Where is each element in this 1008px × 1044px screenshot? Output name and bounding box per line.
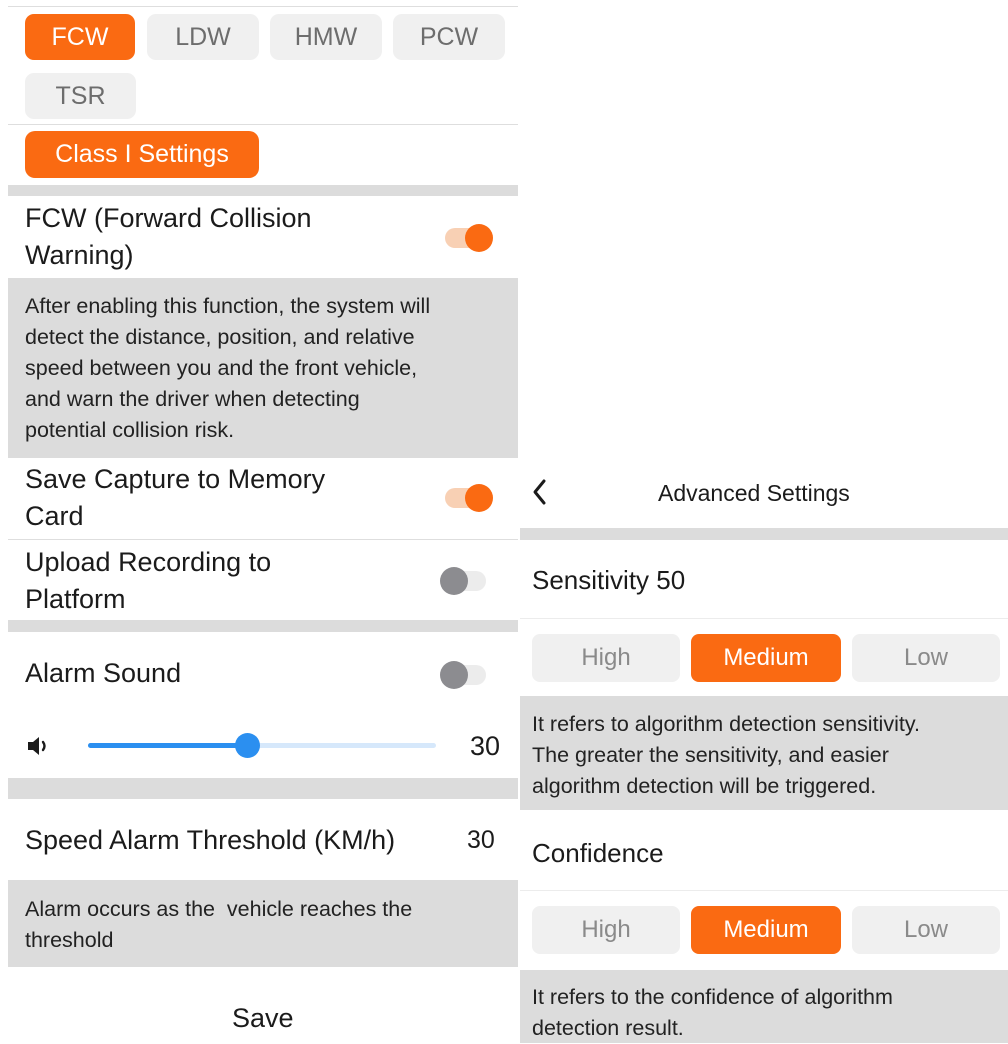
row-divider: [520, 618, 1008, 619]
row-divider: [520, 890, 1008, 891]
tabs-divider: [8, 124, 518, 125]
toggle-knob: [465, 484, 493, 512]
toggle-knob: [440, 567, 468, 595]
tab-hmw[interactable]: HMW: [270, 14, 382, 60]
volume-value: 30: [470, 731, 501, 761]
sensitivity-description: It refers to algorithm detection sensiti…: [532, 712, 920, 798]
fcw-title: FCW (Forward Collision Warning): [25, 203, 312, 270]
speaker-icon: [26, 735, 52, 757]
confidence-option-high[interactable]: High: [532, 906, 680, 954]
confidence-label: Confidence: [532, 838, 664, 868]
tab-pcw[interactable]: PCW: [393, 14, 505, 60]
volume-slider-handle[interactable]: [235, 733, 260, 758]
top-divider: [8, 6, 518, 7]
alarm-sound-label: Alarm Sound: [25, 658, 182, 688]
save-button[interactable]: Save: [232, 1000, 294, 1037]
toggle-knob: [440, 661, 468, 689]
tab-tsr[interactable]: TSR: [25, 73, 136, 119]
section-separator: [520, 528, 1008, 540]
tab-ldw[interactable]: LDW: [147, 14, 259, 60]
chevron-left-icon[interactable]: [530, 478, 550, 506]
sensitivity-option-medium[interactable]: Medium: [691, 634, 841, 682]
tab-fcw[interactable]: FCW: [25, 14, 135, 60]
section-separator: [8, 778, 518, 799]
sensitivity-option-low[interactable]: Low: [852, 634, 1000, 682]
upload-recording-toggle[interactable]: [440, 567, 486, 595]
speed-description: Alarm occurs as the vehicle reaches the …: [25, 897, 413, 952]
row-divider: [8, 539, 518, 540]
sensitivity-label: Sensitivity 50: [532, 565, 686, 595]
page-title: Advanced Settings: [658, 480, 850, 506]
toggle-knob: [465, 224, 493, 252]
volume-track[interactable]: [88, 733, 436, 758]
confidence-description: It refers to the confidence of algorithm…: [532, 985, 893, 1040]
section-separator: [8, 185, 518, 196]
alarm-sound-toggle[interactable]: [440, 661, 486, 689]
sensitivity-option-high[interactable]: High: [532, 634, 680, 682]
fcw-description: After enabling this function, the system…: [25, 294, 431, 442]
fcw-toggle[interactable]: [445, 224, 493, 252]
volume-fill: [88, 743, 247, 748]
upload-recording-label: Upload Recording to Platform: [25, 547, 272, 614]
section-separator: [8, 620, 518, 632]
speed-threshold-label: Speed Alarm Threshold (KM/h): [25, 825, 396, 855]
confidence-option-medium[interactable]: Medium: [691, 906, 841, 954]
save-capture-label: Save Capture to Memory Card: [25, 464, 326, 531]
save-capture-toggle[interactable]: [445, 484, 493, 512]
speed-threshold-value[interactable]: 30: [467, 822, 495, 859]
class-settings-button[interactable]: Class I Settings: [25, 131, 259, 178]
confidence-option-low[interactable]: Low: [852, 906, 1000, 954]
